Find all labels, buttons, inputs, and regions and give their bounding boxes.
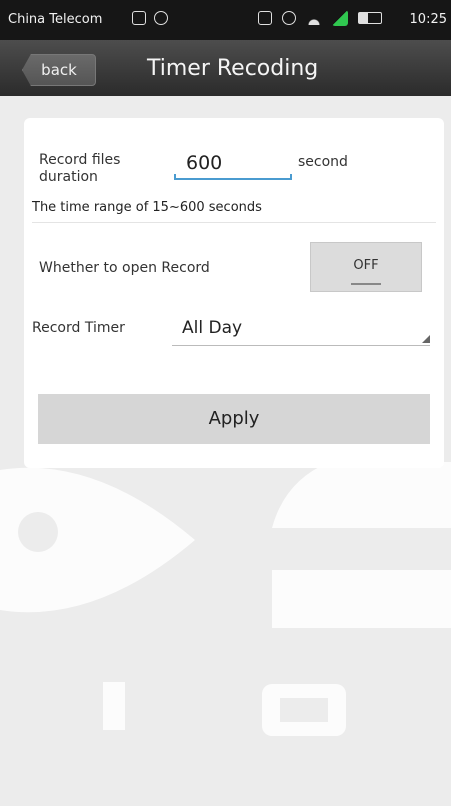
watermark-letter-i [103, 682, 125, 730]
dropdown-arrow-icon [422, 335, 430, 343]
apply-button[interactable]: Apply [38, 394, 430, 444]
battery-icon [358, 12, 382, 24]
wifi-icon [306, 11, 322, 25]
signal-icon [332, 10, 348, 26]
record-timer-label: Record Timer [32, 320, 125, 336]
clock: 10:25 [409, 12, 447, 27]
watermark-bar-top [272, 462, 451, 528]
system-icons [258, 10, 382, 26]
status-bar: China Telecom 10:25 [0, 0, 451, 40]
duration-label: Record files duration [39, 152, 121, 185]
carrier-name: China Telecom [8, 12, 103, 27]
watermark-eye-shape [0, 467, 195, 613]
image-icon [132, 11, 146, 25]
record-timer-value: All Day [182, 318, 243, 338]
watermark-eye-pupil [18, 512, 58, 552]
watermark-bar-bottom [272, 570, 451, 628]
open-record-label: Whether to open Record [39, 260, 210, 276]
alarm-icon [282, 11, 296, 25]
toggle-indicator [351, 283, 381, 285]
usb-icon [154, 11, 168, 25]
duration-unit-label: second [298, 154, 348, 170]
title-bar: back Timer Recoding [0, 40, 451, 96]
watermark-letter-o [262, 684, 346, 736]
toggle-state-label: OFF [353, 258, 379, 273]
open-record-toggle[interactable]: OFF [310, 242, 422, 292]
settings-card: Record files duration 600 second The tim… [24, 118, 444, 468]
page-title: Timer Recoding [147, 56, 319, 81]
range-hint: The time range of 15~600 seconds [32, 200, 262, 215]
sim-icon [258, 11, 272, 25]
divider [32, 222, 436, 223]
back-button[interactable]: back [22, 54, 96, 86]
watermark-letter-o-hole [280, 698, 328, 722]
notification-icons [132, 11, 168, 25]
duration-input[interactable]: 600 [174, 148, 292, 180]
record-timer-select[interactable]: All Day [172, 310, 430, 346]
